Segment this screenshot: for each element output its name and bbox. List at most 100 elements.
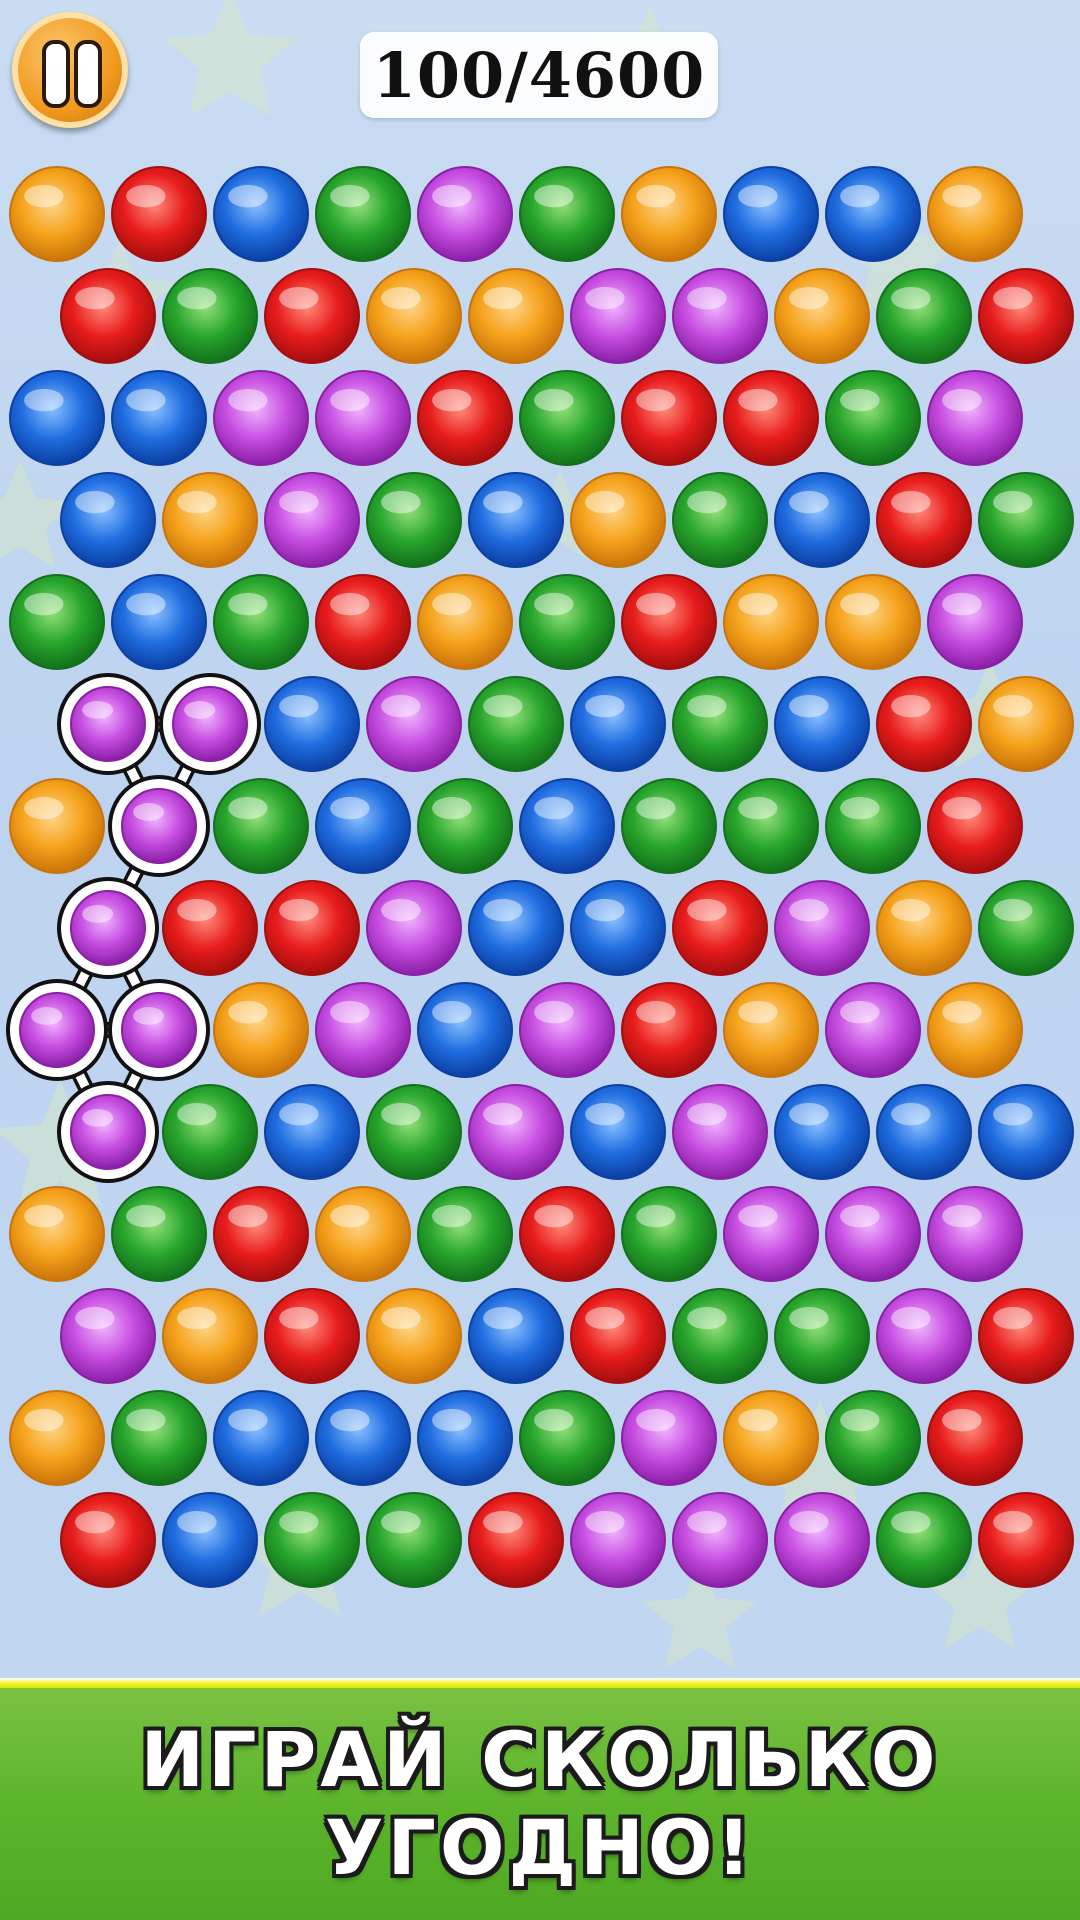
green-bubble[interactable] (162, 268, 258, 364)
green-bubble[interactable] (774, 1288, 870, 1384)
orange-bubble[interactable] (468, 268, 564, 364)
green-bubble[interactable] (111, 1186, 207, 1282)
red-bubble[interactable] (264, 880, 360, 976)
green-bubble[interactable] (111, 1390, 207, 1486)
blue-bubble[interactable] (264, 1084, 360, 1180)
red-bubble[interactable] (570, 1288, 666, 1384)
blue-bubble[interactable] (774, 1084, 870, 1180)
blue-bubble[interactable] (876, 1084, 972, 1180)
purple-bubble[interactable] (672, 1084, 768, 1180)
green-bubble[interactable] (213, 778, 309, 874)
green-bubble[interactable] (621, 778, 717, 874)
blue-bubble[interactable] (111, 574, 207, 670)
green-bubble[interactable] (417, 778, 513, 874)
green-bubble[interactable] (621, 1186, 717, 1282)
red-bubble[interactable] (672, 880, 768, 976)
green-bubble[interactable] (825, 778, 921, 874)
green-bubble[interactable] (978, 880, 1074, 976)
red-bubble[interactable] (927, 778, 1023, 874)
blue-bubble[interactable] (315, 778, 411, 874)
blue-bubble[interactable] (978, 1084, 1074, 1180)
red-bubble[interactable] (417, 370, 513, 466)
green-bubble[interactable] (213, 574, 309, 670)
purple-bubble[interactable] (213, 370, 309, 466)
purple-bubble[interactable] (264, 472, 360, 568)
blue-bubble[interactable] (9, 370, 105, 466)
orange-bubble[interactable] (417, 574, 513, 670)
purple-bubble[interactable] (621, 1390, 717, 1486)
blue-bubble[interactable] (774, 676, 870, 772)
purple-bubble[interactable] (108, 775, 210, 877)
green-bubble[interactable] (519, 166, 615, 262)
red-bubble[interactable] (876, 472, 972, 568)
purple-bubble[interactable] (60, 1288, 156, 1384)
purple-bubble[interactable] (6, 979, 108, 1081)
purple-bubble[interactable] (366, 880, 462, 976)
blue-bubble[interactable] (723, 166, 819, 262)
purple-bubble[interactable] (927, 370, 1023, 466)
purple-bubble[interactable] (927, 1186, 1023, 1282)
green-bubble[interactable] (672, 1288, 768, 1384)
blue-bubble[interactable] (519, 778, 615, 874)
purple-bubble[interactable] (723, 1186, 819, 1282)
blue-bubble[interactable] (213, 166, 309, 262)
red-bubble[interactable] (264, 1288, 360, 1384)
purple-bubble[interactable] (927, 574, 1023, 670)
orange-bubble[interactable] (876, 880, 972, 976)
purple-bubble[interactable] (108, 979, 210, 1081)
orange-bubble[interactable] (774, 268, 870, 364)
purple-bubble[interactable] (57, 877, 159, 979)
red-bubble[interactable] (213, 1186, 309, 1282)
green-bubble[interactable] (417, 1186, 513, 1282)
blue-bubble[interactable] (60, 472, 156, 568)
green-bubble[interactable] (264, 1492, 360, 1588)
orange-bubble[interactable] (723, 982, 819, 1078)
purple-bubble[interactable] (570, 268, 666, 364)
purple-bubble[interactable] (468, 1084, 564, 1180)
blue-bubble[interactable] (468, 1288, 564, 1384)
purple-bubble[interactable] (825, 982, 921, 1078)
green-bubble[interactable] (519, 1390, 615, 1486)
orange-bubble[interactable] (825, 574, 921, 670)
orange-bubble[interactable] (9, 778, 105, 874)
orange-bubble[interactable] (927, 982, 1023, 1078)
orange-bubble[interactable] (162, 1288, 258, 1384)
purple-bubble[interactable] (672, 1492, 768, 1588)
green-bubble[interactable] (876, 268, 972, 364)
red-bubble[interactable] (723, 370, 819, 466)
blue-bubble[interactable] (264, 676, 360, 772)
blue-bubble[interactable] (417, 1390, 513, 1486)
orange-bubble[interactable] (927, 166, 1023, 262)
red-bubble[interactable] (264, 268, 360, 364)
purple-bubble[interactable] (417, 166, 513, 262)
purple-bubble[interactable] (774, 1492, 870, 1588)
blue-bubble[interactable] (825, 166, 921, 262)
green-bubble[interactable] (825, 370, 921, 466)
orange-bubble[interactable] (9, 1390, 105, 1486)
green-bubble[interactable] (672, 472, 768, 568)
purple-bubble[interactable] (876, 1288, 972, 1384)
green-bubble[interactable] (366, 472, 462, 568)
purple-bubble[interactable] (519, 982, 615, 1078)
red-bubble[interactable] (315, 574, 411, 670)
blue-bubble[interactable] (417, 982, 513, 1078)
red-bubble[interactable] (519, 1186, 615, 1282)
green-bubble[interactable] (723, 778, 819, 874)
orange-bubble[interactable] (9, 166, 105, 262)
red-bubble[interactable] (60, 1492, 156, 1588)
red-bubble[interactable] (111, 166, 207, 262)
orange-bubble[interactable] (315, 1186, 411, 1282)
blue-bubble[interactable] (213, 1390, 309, 1486)
purple-bubble[interactable] (57, 673, 159, 775)
purple-bubble[interactable] (570, 1492, 666, 1588)
green-bubble[interactable] (9, 574, 105, 670)
red-bubble[interactable] (927, 1390, 1023, 1486)
blue-bubble[interactable] (162, 1492, 258, 1588)
green-bubble[interactable] (825, 1390, 921, 1486)
red-bubble[interactable] (876, 676, 972, 772)
orange-bubble[interactable] (366, 1288, 462, 1384)
red-bubble[interactable] (621, 982, 717, 1078)
blue-bubble[interactable] (468, 880, 564, 976)
green-bubble[interactable] (315, 166, 411, 262)
purple-bubble[interactable] (57, 1081, 159, 1183)
